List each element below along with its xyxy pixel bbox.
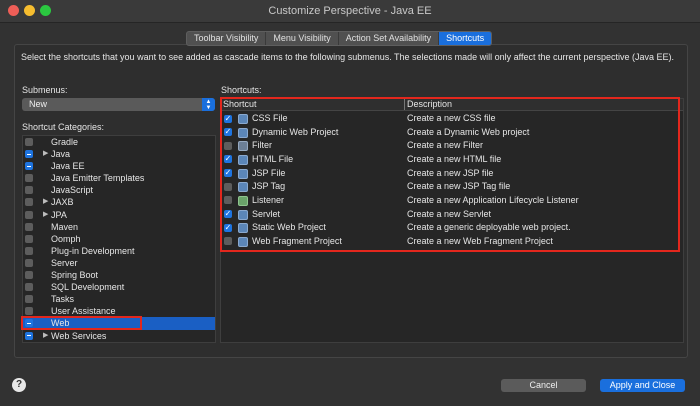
expand-arrow-icon[interactable]: ▶ (43, 330, 48, 342)
category-checkbox[interactable] (25, 150, 33, 159)
category-checkbox[interactable] (25, 198, 33, 207)
category-label: Java Emitter Templates (51, 173, 145, 184)
category-label: Tasks (51, 294, 75, 305)
category-checkbox[interactable] (25, 186, 33, 195)
category-checkbox[interactable] (25, 162, 33, 171)
category-item[interactable]: Server (23, 257, 215, 269)
category-label: JAXB (51, 197, 74, 208)
window-title: Customize Perspective - Java EE (268, 5, 432, 17)
category-checkbox[interactable] (25, 234, 33, 243)
category-item[interactable]: ▶ Java (23, 148, 215, 160)
tab-action-set-availability[interactable]: Action Set Availability (339, 32, 440, 45)
category-item[interactable]: Oomph (23, 233, 215, 245)
category-checkbox[interactable] (25, 307, 33, 316)
category-label: SQL Development (51, 282, 125, 293)
help-icon[interactable]: ? (12, 378, 26, 392)
category-checkbox[interactable] (25, 246, 33, 255)
category-checkbox[interactable] (25, 210, 33, 219)
category-checkbox[interactable] (25, 283, 33, 292)
category-item[interactable]: Maven (23, 221, 215, 233)
tab-shortcuts[interactable]: Shortcuts (439, 32, 492, 45)
category-label: Gradle (51, 137, 79, 147)
shortcut-categories-label: Shortcut Categories: (22, 122, 105, 132)
category-item[interactable]: Tasks (23, 293, 215, 305)
category-checkbox[interactable] (25, 271, 33, 280)
expand-arrow-icon[interactable]: ▶ (43, 209, 48, 221)
category-item[interactable]: JavaScript (23, 184, 215, 196)
category-item[interactable]: Spring Boot (23, 269, 215, 281)
cancel-button[interactable]: Cancel (501, 379, 586, 392)
category-item[interactable]: ▶ JAXB (23, 196, 215, 208)
category-checkbox[interactable] (25, 222, 33, 231)
shortcut-categories-list[interactable]: Gradle ▶ Java Java EE Java Emitter Templates… (22, 135, 216, 343)
category-checkbox[interactable] (25, 258, 33, 267)
category-label: Spring Boot (51, 270, 99, 281)
category-label: Web Services (51, 330, 107, 341)
category-item[interactable]: Plug-in Development (23, 245, 215, 257)
category-item[interactable]: Java Emitter Templates (23, 172, 215, 184)
tab-menu-visibility[interactable]: Menu Visibility (266, 32, 339, 45)
submenus-selected-value: New (29, 99, 48, 109)
category-checkbox[interactable] (25, 174, 33, 183)
category-label: JPA (51, 209, 67, 220)
description-text: Select the shortcuts that you want to se… (21, 52, 675, 62)
title-bar: Customize Perspective - Java EE (0, 0, 700, 23)
submenus-label: Submenus: (22, 85, 68, 95)
category-checkbox[interactable] (25, 295, 33, 304)
submenus-select[interactable]: New ▲ ▼ (22, 98, 215, 111)
expand-arrow-icon[interactable]: ▶ (43, 196, 48, 208)
shortcuts-label: Shortcuts: (221, 85, 262, 95)
category-label: Java EE (51, 161, 85, 172)
category-checkbox[interactable] (25, 331, 33, 340)
category-label: Maven (51, 221, 79, 232)
chevron-updown-icon: ▲ ▼ (202, 98, 215, 111)
category-checkbox[interactable] (25, 138, 33, 146)
web-category-highlight-box (21, 316, 142, 330)
category-item[interactable]: SQL Development (23, 281, 215, 293)
category-label: JavaScript (51, 185, 94, 196)
category-label: Java (51, 149, 71, 160)
category-item[interactable]: Gradle (23, 136, 215, 148)
category-item[interactable]: ▶ JPA (23, 209, 215, 221)
tab-toolbar-visibility[interactable]: Toolbar Visibility (187, 32, 267, 45)
category-label: Plug-in Development (51, 245, 135, 256)
expand-arrow-icon[interactable]: ▶ (43, 148, 48, 160)
category-item[interactable]: Java EE (23, 160, 215, 172)
category-label: Server (51, 257, 78, 268)
category-label: Oomph (51, 233, 81, 244)
category-item[interactable]: ▶ Web Services (23, 330, 215, 342)
shortcuts-highlight-box (220, 97, 680, 252)
tab-bar: Toolbar Visibility Menu Visibility Actio… (186, 31, 493, 46)
apply-and-close-button[interactable]: Apply and Close (600, 379, 685, 392)
